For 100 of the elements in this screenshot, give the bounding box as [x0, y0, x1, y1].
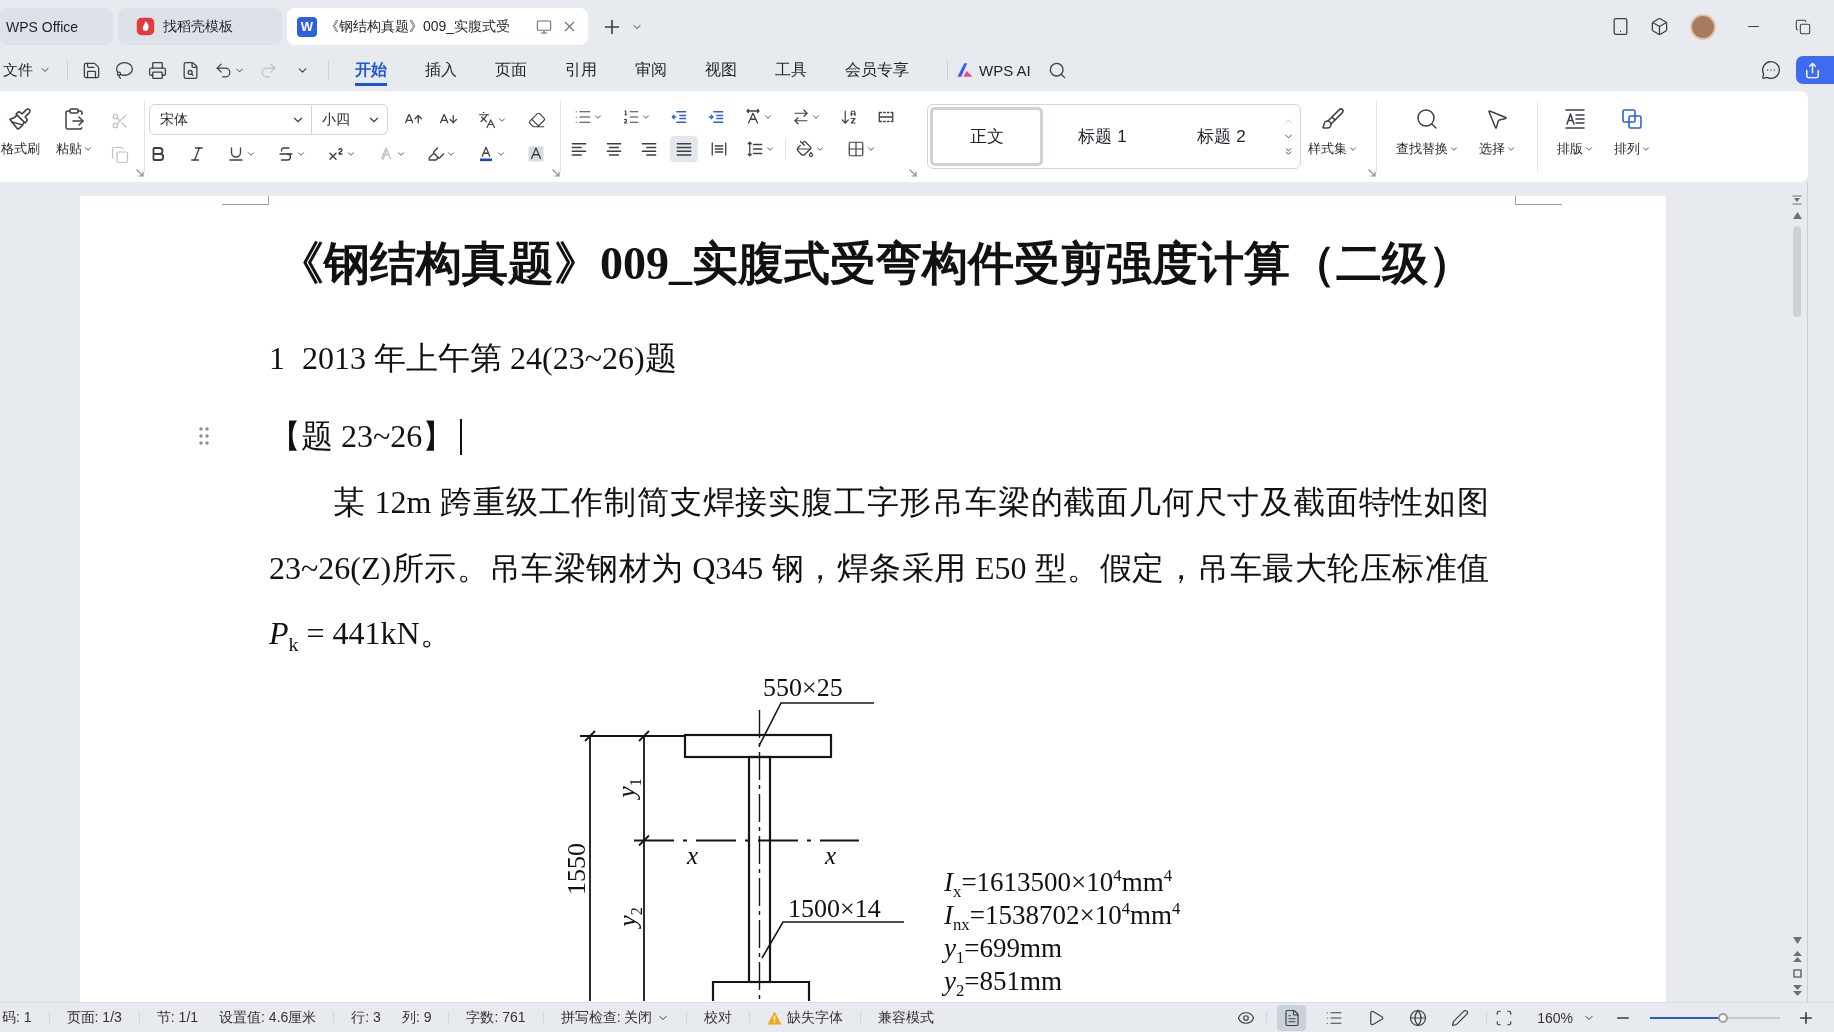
- search-icon[interactable]: [1047, 60, 1067, 80]
- scrollbar-thumb[interactable]: [1793, 226, 1801, 317]
- file-menu[interactable]: 文件: [0, 60, 51, 80]
- globe-icon[interactable]: [1408, 1008, 1427, 1027]
- italic-icon[interactable]: [188, 145, 206, 163]
- status-item[interactable]: 缺失字体: [767, 1008, 844, 1027]
- ribbon-tab[interactable]: 页面: [495, 54, 527, 86]
- avatar[interactable]: [1690, 13, 1716, 40]
- share-icon[interactable]: [1804, 61, 1821, 79]
- find-replace-button[interactable]: 查找替换: [1391, 91, 1463, 182]
- cursor-arrow-icon[interactable]: [1485, 107, 1509, 131]
- a-underline-icon[interactable]: [477, 145, 495, 163]
- font-name-dropdown[interactable]: 宋体: [149, 104, 312, 135]
- pen-icon[interactable]: [1450, 1008, 1469, 1027]
- search-icon[interactable]: [1415, 107, 1439, 131]
- down-triangle-icon[interactable]: [1792, 937, 1802, 944]
- save-icon[interactable]: [82, 60, 101, 80]
- page-icon[interactable]: [1282, 1008, 1301, 1027]
- ribbon-tab[interactable]: 视图: [705, 54, 737, 86]
- drag-handle-icon[interactable]: [199, 427, 209, 445]
- file-search-icon[interactable]: [181, 60, 200, 80]
- a-arrows-icon[interactable]: [744, 108, 762, 126]
- style-set-button[interactable]: 样式集: [1307, 91, 1359, 182]
- style-option[interactable]: 标题 1: [1043, 107, 1162, 166]
- home-tab[interactable]: WPS Office: [0, 8, 113, 45]
- template-tab[interactable]: 找稻壳模板: [118, 8, 282, 45]
- ai-logo-icon[interactable]: [956, 62, 974, 78]
- ribbon-tab[interactable]: 工具: [775, 54, 807, 86]
- highlighter-icon[interactable]: [427, 145, 445, 163]
- printer-icon[interactable]: [148, 60, 167, 80]
- status-item[interactable]: 列: 9: [401, 1008, 432, 1027]
- indent-decrease-icon[interactable]: [670, 108, 688, 126]
- a-shaded-icon[interactable]: [527, 145, 545, 163]
- text-layout-icon[interactable]: [1563, 107, 1587, 131]
- wps-ai-button[interactable]: WPS AI: [956, 61, 1031, 79]
- font-size-dropdown[interactable]: 小四: [312, 104, 388, 135]
- ribbon-tab[interactable]: 会员专享: [845, 54, 909, 86]
- align-left-icon[interactable]: [570, 140, 588, 158]
- dialog-launcher-icon[interactable]: [1368, 169, 1376, 177]
- indent-increase-icon[interactable]: [707, 108, 725, 126]
- triangle-bar-icon[interactable]: [1792, 195, 1802, 205]
- monitor-icon[interactable]: [536, 18, 552, 35]
- align-right-icon[interactable]: [640, 140, 658, 158]
- status-item[interactable]: 行: 3: [351, 1008, 381, 1027]
- paintbrush-icon[interactable]: [8, 107, 32, 131]
- clipboard-icon[interactable]: [62, 107, 86, 131]
- up-triangle-icon[interactable]: [1792, 212, 1802, 219]
- layout-button[interactable]: 排版: [1553, 91, 1597, 182]
- swap-arrows-icon[interactable]: [792, 108, 810, 126]
- phonetic-guide-icon[interactable]: [478, 110, 496, 129]
- paste-button[interactable]: 粘贴: [52, 91, 96, 182]
- status-item[interactable]: 设置值: 4.6厘米: [219, 1008, 317, 1027]
- dialog-launcher-icon[interactable]: [552, 169, 560, 177]
- double-down-triangle-icon[interactable]: [1792, 985, 1802, 996]
- align-distributed-icon[interactable]: [710, 140, 728, 158]
- eraser-icon[interactable]: [528, 110, 546, 129]
- format-painter-button[interactable]: 格式刷: [0, 91, 40, 182]
- status-item[interactable]: 字数: 761: [466, 1008, 526, 1027]
- numbered-list-icon[interactable]: [622, 108, 640, 126]
- tablet-icon[interactable]: [1611, 17, 1630, 36]
- line-spacing-icon[interactable]: [746, 140, 764, 158]
- underline-icon[interactable]: [227, 145, 245, 163]
- slider-thumb[interactable]: [1717, 1012, 1728, 1023]
- strikethrough-icon[interactable]: [277, 145, 295, 163]
- superscript-icon[interactable]: [327, 145, 345, 163]
- status-item[interactable]: 校对: [704, 1008, 733, 1027]
- dialog-launcher-icon[interactable]: [136, 169, 144, 177]
- overlapping-squares-icon[interactable]: [1620, 107, 1644, 131]
- align-justify-icon[interactable]: [675, 140, 693, 158]
- share-button[interactable]: [1796, 56, 1834, 84]
- double-chevron-down-icon[interactable]: [1283, 146, 1294, 157]
- document-tab[interactable]: W 《钢结构真题》009_实腹式受: [287, 8, 588, 45]
- alignment-button[interactable]: [670, 136, 698, 162]
- bullet-list-icon[interactable]: [574, 108, 592, 126]
- ribbon-tab[interactable]: 开始: [355, 54, 387, 86]
- status-item[interactable]: 页面: 1/3: [66, 1008, 122, 1027]
- style-option[interactable]: 标题 2: [1162, 107, 1281, 166]
- lasso-icon[interactable]: [115, 60, 134, 80]
- spell-check-dropdown[interactable]: 拼写检查: 关闭: [560, 1008, 670, 1027]
- border-grid-icon[interactable]: [847, 140, 865, 158]
- status-item[interactable]: 码: 1: [2, 1008, 32, 1027]
- brush-icon[interactable]: [1321, 107, 1345, 131]
- select-button[interactable]: 选择: [1475, 91, 1519, 182]
- restore-icon[interactable]: [1795, 18, 1811, 35]
- ribbon-tab[interactable]: 引用: [565, 54, 597, 86]
- fit-frame-icon[interactable]: [1495, 1008, 1514, 1027]
- sort-icon[interactable]: [840, 108, 858, 126]
- style-option[interactable]: 正文: [930, 107, 1043, 166]
- status-item[interactable]: 节: 1/1: [156, 1008, 199, 1027]
- page-view-button[interactable]: [1277, 1004, 1307, 1031]
- align-center-icon[interactable]: [605, 140, 623, 158]
- chat-bubble-icon[interactable]: [1761, 60, 1781, 80]
- ribbon-tab[interactable]: 审阅: [635, 54, 667, 86]
- dialog-launcher-icon[interactable]: [909, 169, 917, 177]
- paint-bucket-icon[interactable]: [796, 140, 814, 158]
- flame-logo-icon[interactable]: [136, 17, 155, 36]
- zoom-level-dropdown[interactable]: 160%: [1537, 1009, 1595, 1026]
- cube-icon[interactable]: [1650, 17, 1669, 36]
- arrange-button[interactable]: 排列: [1610, 91, 1654, 182]
- ribbon-tab[interactable]: 插入: [425, 54, 457, 86]
